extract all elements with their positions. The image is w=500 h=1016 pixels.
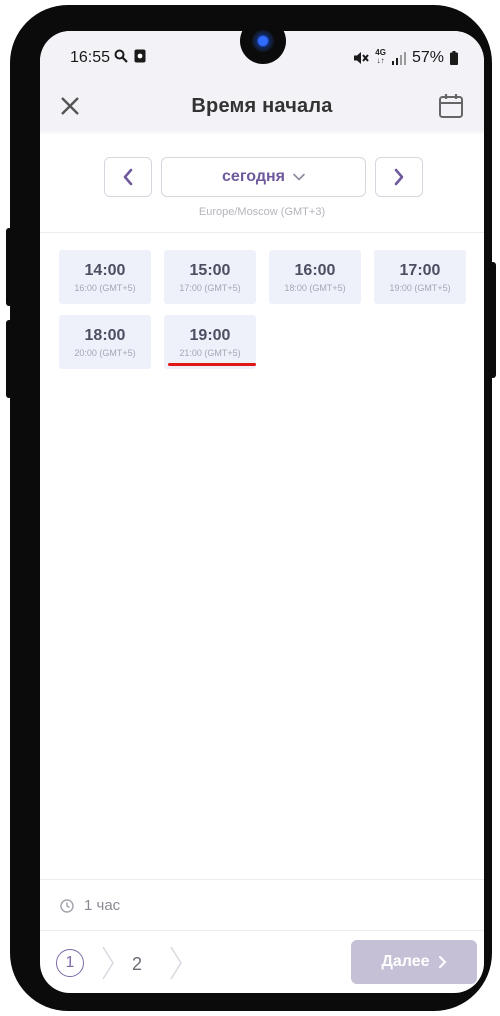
- calendar-icon: [439, 94, 463, 118]
- battery-percent: 57%: [411, 49, 444, 66]
- search-icon: [114, 49, 128, 63]
- time-slot-1400[interactable]: 14:00 16:00 (GMT+5): [59, 250, 151, 304]
- duration-info: 1 час: [60, 897, 120, 914]
- time-slot-1500[interactable]: 15:00 17:00 (GMT+5): [164, 250, 256, 304]
- duration-label: 1 час: [84, 897, 121, 914]
- slot-local-time: 18:00 (GMT+5): [284, 283, 346, 293]
- slot-local-time: 20:00 (GMT+5): [74, 348, 136, 358]
- signal-icon: [391, 51, 406, 65]
- slot-time: 16:00: [294, 262, 336, 279]
- mute-icon: [354, 52, 370, 64]
- time-slot-1800[interactable]: 18:00 20:00 (GMT+5): [59, 315, 151, 369]
- clock-icon: [60, 898, 74, 913]
- slot-time: 15:00: [189, 262, 231, 279]
- next-day-button[interactable]: [375, 157, 423, 197]
- slot-local-time: 17:00 (GMT+5): [179, 283, 241, 293]
- status-time: 16:55: [70, 49, 111, 66]
- highlight-underline: [168, 363, 256, 366]
- step-chevron-icon: [102, 946, 114, 980]
- previous-day-button[interactable]: [104, 157, 152, 197]
- slot-local-time: 16:00 (GMT+5): [74, 283, 136, 293]
- time-slot-1600[interactable]: 16:00 18:00 (GMT+5): [269, 250, 361, 304]
- slot-time: 17:00: [399, 262, 441, 279]
- step-chevron-icon: [170, 946, 182, 980]
- chevron-down-icon: [293, 173, 305, 181]
- divider: [40, 879, 484, 880]
- app-notification-icon: [134, 49, 146, 63]
- app-screen: 16:55 4G ↓↑ 57% Время начала сегодня Eur…: [40, 31, 484, 993]
- chevron-right-icon: [394, 168, 404, 186]
- step-2-indicator[interactable]: 2: [132, 954, 142, 975]
- calendar-button[interactable]: [438, 93, 466, 121]
- chevron-right-icon: [438, 956, 446, 968]
- network-arrows-icon: ↓↑: [376, 56, 385, 65]
- slot-local-time: 19:00 (GMT+5): [389, 283, 451, 293]
- next-button[interactable]: Далее: [351, 940, 477, 984]
- app-header: Время начала: [40, 83, 484, 131]
- selected-date: сегодня: [222, 168, 285, 185]
- front-camera: [240, 18, 286, 64]
- slot-time: 18:00: [84, 327, 126, 344]
- date-dropdown[interactable]: сегодня: [161, 157, 366, 197]
- timezone-label: Europe/Moscow (GMT+3): [198, 206, 326, 218]
- time-slot-1700[interactable]: 17:00 19:00 (GMT+5): [374, 250, 466, 304]
- phone-frame: 16:55 4G ↓↑ 57% Время начала сегодня Eur…: [10, 5, 492, 1011]
- battery-icon: [450, 51, 458, 65]
- divider: [40, 930, 484, 931]
- chevron-left-icon: [123, 168, 133, 186]
- step-1-indicator[interactable]: 1: [56, 949, 84, 977]
- time-slot-1900[interactable]: 19:00 21:00 (GMT+5): [164, 315, 256, 369]
- divider: [40, 232, 484, 233]
- next-button-label: Далее: [381, 953, 430, 970]
- page-title: Время начала: [191, 95, 333, 117]
- slot-local-time: 21:00 (GMT+5): [179, 348, 241, 358]
- slot-time: 19:00: [189, 327, 231, 344]
- slot-time: 14:00: [84, 262, 126, 279]
